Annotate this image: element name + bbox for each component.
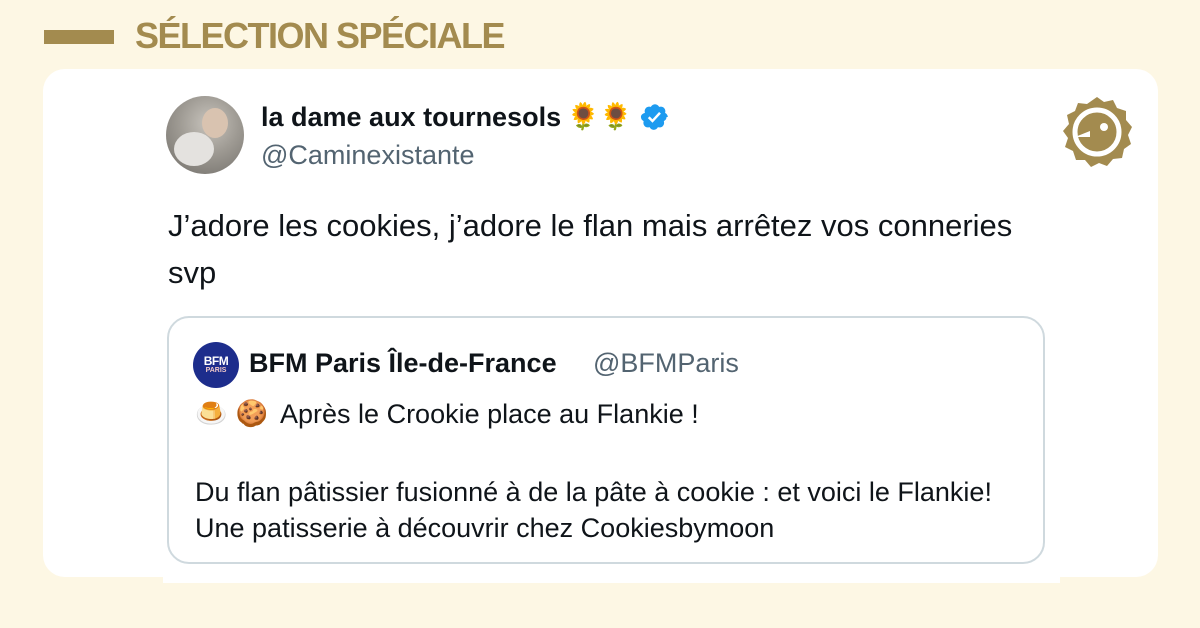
brand-logo-icon xyxy=(1063,97,1132,167)
quoted-tweet[interactable]: BFM PARIS BFM Paris Île-de-France @BFMPa… xyxy=(167,316,1045,564)
card-divider xyxy=(163,577,1060,583)
flan-cookie-emojis: 🍮 🍪 xyxy=(195,399,269,429)
header-accent-bar xyxy=(44,30,114,44)
author-display-name[interactable]: la dame aux tournesols 🌻🌻 xyxy=(261,100,670,134)
section-title: SÉLECTION SPÉCIALE xyxy=(135,15,506,56)
quoted-author-name[interactable]: BFM Paris Île-de-France xyxy=(249,346,557,380)
author-handle[interactable]: @Caminexistante xyxy=(261,139,475,171)
author-avatar[interactable] xyxy=(166,96,244,174)
quoted-first-line-text: Après le Crookie place au Flankie ! xyxy=(280,399,699,429)
tweet-text: J’adore les cookies, j’adore le flan mai… xyxy=(168,208,1013,290)
quoted-avatar-sublabel: PARIS xyxy=(205,367,227,374)
quoted-first-line: 🍮 🍪 Après le Crookie place au Flankie ! xyxy=(195,396,699,432)
author-name-text: la dame aux tournesols xyxy=(261,102,562,132)
quoted-avatar-label: BFM xyxy=(203,354,229,368)
sunflower-emojis: 🌻🌻 xyxy=(567,102,632,132)
quoted-body-text: Du flan pâtissier fusionné à de la pâte … xyxy=(195,477,992,543)
quoted-author-avatar[interactable]: BFM PARIS xyxy=(193,342,239,388)
verified-badge-icon xyxy=(640,104,668,130)
quoted-author-handle[interactable]: @BFMParis xyxy=(593,346,739,380)
